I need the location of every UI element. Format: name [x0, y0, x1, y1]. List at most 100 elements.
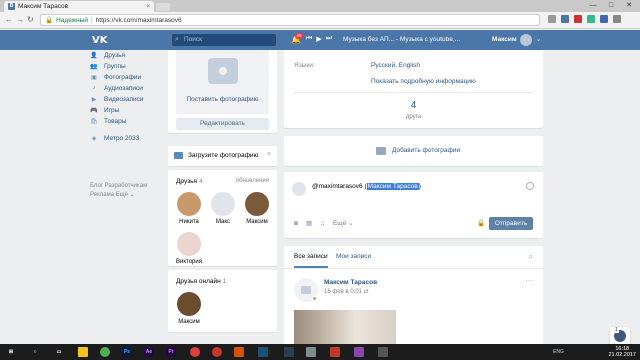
- app-icon-orange[interactable]: [234, 347, 244, 357]
- friend-item[interactable]: Виктория: [172, 232, 206, 265]
- app-icon-dark[interactable]: [284, 347, 294, 357]
- chrome-icon[interactable]: [100, 347, 110, 357]
- tab-my-posts[interactable]: Мои записи: [336, 253, 371, 260]
- post-author-name[interactable]: Максим Тарасов: [324, 279, 377, 286]
- menu-item-audio[interactable]: ♪ Аудиозаписи: [90, 83, 170, 94]
- app-icon-grey[interactable]: [306, 347, 316, 357]
- red-extension-icon[interactable]: [574, 15, 582, 23]
- header-user-name[interactable]: Максим: [492, 36, 517, 43]
- edit-button[interactable]: Редактировать: [176, 118, 269, 130]
- vk-extension-icon[interactable]: [561, 15, 569, 23]
- footer-line-2[interactable]: Реклама Ещё ⌄: [90, 191, 160, 200]
- menu-item-friends[interactable]: 👤 Друзья: [90, 50, 170, 61]
- friend-item[interactable]: Никита: [172, 192, 206, 225]
- browser-tab-strip: B Максим Тарасов × — □ ✕: [0, 0, 640, 12]
- menu-label: Метро 2033: [104, 135, 140, 142]
- lock-icon: 🔒: [45, 17, 54, 24]
- friends-online-card: Друзья онлайн 1 Максим: [168, 270, 277, 332]
- menu-item-goods[interactable]: 🛍 Товары: [90, 116, 170, 127]
- show-more-info-link[interactable]: Показать подробную информацию: [371, 78, 476, 85]
- video-icon[interactable]: ▦: [306, 219, 312, 227]
- media-player-icon[interactable]: [190, 347, 200, 357]
- post-input[interactable]: @maximtarasov6 (Максим Тарасов): [312, 183, 421, 190]
- friend-item[interactable]: Макс: [206, 192, 240, 225]
- menu-label: Группы: [104, 63, 126, 70]
- footer-line-1[interactable]: Блог Разработчикам: [90, 182, 160, 191]
- play-icon[interactable]: ▶: [316, 35, 321, 43]
- audio-icon: ♪: [92, 85, 96, 91]
- maximize-button[interactable]: □: [602, 0, 620, 11]
- chevron-down-icon[interactable]: ⌄: [536, 36, 541, 43]
- divider: [294, 92, 533, 93]
- after-effects-icon[interactable]: Ae: [144, 347, 154, 357]
- menu-item-photos[interactable]: ▣ Фотографии: [90, 72, 170, 83]
- attach-bar: ◙ ▦ ♫ Ещё ⌄: [294, 219, 354, 228]
- friends-header[interactable]: Друзья 4: [176, 178, 203, 185]
- photoshop-icon[interactable]: Ps: [122, 347, 132, 357]
- lock-icon[interactable]: 🔒: [477, 219, 485, 227]
- put-photo-link[interactable]: Поставить фотографию: [176, 96, 269, 103]
- windows-start-icon[interactable]: ⊞: [6, 347, 16, 357]
- green-extension-icon[interactable]: [587, 15, 595, 23]
- camera-icon[interactable]: ◙: [294, 220, 298, 227]
- friends-counter-label: друга: [405, 114, 422, 120]
- menu-item-video[interactable]: ▶ Видеозаписи: [90, 94, 170, 105]
- new-tab-button[interactable]: [156, 3, 170, 11]
- star-icon[interactable]: [548, 15, 556, 23]
- friends-counter-value[interactable]: 4: [284, 100, 543, 111]
- online-header[interactable]: Друзья онлайн 1: [176, 278, 226, 285]
- search-input[interactable]: ⌕ Поиск: [172, 34, 276, 46]
- menu-item-groups[interactable]: 👥 Группы: [90, 61, 170, 72]
- app-icon: ◈: [91, 136, 97, 142]
- task-view-icon[interactable]: ▭: [54, 347, 64, 357]
- add-photos-card[interactable]: Добавить фотографии: [284, 136, 543, 166]
- reload-icon[interactable]: ↻: [27, 15, 34, 24]
- online-friend-item[interactable]: Максим: [172, 292, 206, 325]
- current-track[interactable]: Музыка без АП... - Музыка с youtube,...: [343, 36, 460, 43]
- prev-track-icon[interactable]: ⏮: [306, 35, 312, 43]
- vk-header: VK ⌕ Поиск 🔔 45 ⏮ ▶ ⏭ Музыка без АП... -…: [0, 30, 640, 50]
- header-avatar[interactable]: [520, 34, 532, 46]
- record-icon[interactable]: [212, 347, 222, 357]
- back-arrow-icon[interactable]: ←: [5, 15, 13, 24]
- close-icon[interactable]: ×: [267, 151, 271, 158]
- vk-logo[interactable]: VK: [92, 35, 108, 46]
- tray-lang[interactable]: ENG: [553, 349, 564, 355]
- friend-item[interactable]: Максим: [240, 192, 274, 225]
- music-note-icon[interactable]: ♫: [320, 220, 325, 227]
- post-text-prefix: @maximtarasov6 (: [312, 183, 367, 190]
- minimize-button[interactable]: —: [584, 0, 602, 11]
- post-menu-icon[interactable]: ···: [525, 276, 533, 285]
- app-icon-window[interactable]: [378, 347, 388, 357]
- send-button[interactable]: Отправить: [489, 217, 533, 230]
- blue-extension-icon[interactable]: [600, 15, 608, 23]
- menu-item-app[interactable]: ◈ Метро 2033: [90, 133, 170, 144]
- tab-all-posts[interactable]: Все записи: [294, 253, 328, 268]
- languages-value[interactable]: Русский, English: [371, 62, 420, 69]
- photo-placeholder[interactable]: Поставить фотографию: [176, 50, 269, 114]
- avatar: [245, 192, 269, 216]
- browser-tab[interactable]: B Максим Тарасов ×: [4, 1, 154, 12]
- explorer-icon[interactable]: [78, 347, 88, 357]
- friends-card: Друзья 4 обновления Никита Макс Максим Ви…: [168, 170, 277, 266]
- close-window-button[interactable]: ✕: [620, 0, 638, 11]
- premiere-icon[interactable]: Pr: [166, 347, 176, 357]
- clock[interactable]: 16:18 21.02.2017: [608, 346, 636, 358]
- friends-updates-link[interactable]: обновления: [236, 178, 269, 184]
- next-track-icon[interactable]: ⏭: [326, 35, 332, 43]
- menu-dots-icon[interactable]: [613, 15, 621, 23]
- search-icon[interactable]: ⌕: [529, 252, 533, 262]
- app-icon-blue[interactable]: [258, 347, 268, 357]
- search-icon[interactable]: ○: [30, 347, 40, 357]
- post-date[interactable]: 16 фев в 0:01 ⇄: [324, 288, 369, 295]
- menu-item-games[interactable]: 🎮 Игры: [90, 105, 170, 116]
- more-attachments-button[interactable]: Ещё ⌄: [333, 219, 354, 227]
- extension-icons: [548, 15, 621, 23]
- upload-photo-card[interactable]: Загрузите фотографию ×: [168, 146, 277, 166]
- app-icon-purple[interactable]: [354, 347, 364, 357]
- forward-arrow-icon[interactable]: →: [16, 15, 24, 24]
- smile-icon[interactable]: [526, 182, 534, 190]
- url-input[interactable]: 🔒 Надежный | https://vk.com/maximtarasov…: [40, 14, 540, 26]
- app-icon-red[interactable]: [330, 347, 340, 357]
- tab-close-icon[interactable]: ×: [146, 4, 150, 10]
